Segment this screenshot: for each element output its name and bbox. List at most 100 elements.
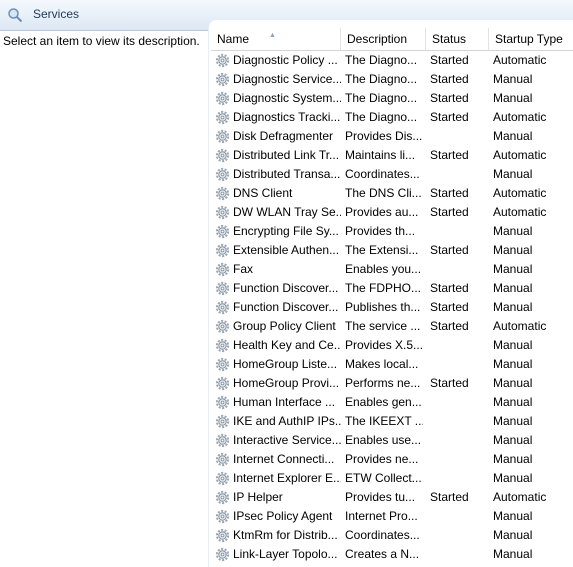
service-status: Started <box>430 110 469 124</box>
service-name: Diagnostic Policy ... <box>233 53 338 67</box>
service-name: Human Interface ... <box>233 395 336 409</box>
service-description: The Diagno... <box>345 72 418 86</box>
service-gear-icon <box>215 528 230 543</box>
service-row[interactable]: Fax Enables you... Manual <box>211 260 573 279</box>
service-status <box>430 526 488 545</box>
window-title: Services <box>33 7 80 21</box>
service-row[interactable]: Link-Layer Topolo... Creates a N... Manual <box>211 545 573 564</box>
service-row[interactable]: DW WLAN Tray Se... Provides au... Started A… <box>211 203 573 222</box>
service-description: Provides au... <box>345 205 419 219</box>
service-row[interactable]: IPsec Policy Agent Internet Pro... Manual <box>211 507 573 526</box>
service-row[interactable]: Distributed Transa... Coordinates... Manua… <box>211 165 573 184</box>
service-name: Internet Connecti... <box>233 452 335 466</box>
service-row[interactable]: Diagnostic Policy ... The Diagno... Starte… <box>211 51 573 70</box>
column-header-row: ▲ Name Description Status Startup Type <box>211 28 573 51</box>
service-row[interactable]: Internet Connecti... Provides ne... Manual <box>211 450 573 469</box>
service-gear-icon <box>215 110 230 125</box>
service-startup-type: Manual <box>493 338 533 352</box>
service-description: Publishes th... <box>345 300 421 314</box>
service-gear-icon <box>215 471 230 486</box>
service-startup-type: Manual <box>493 376 533 390</box>
service-gear-icon <box>215 338 230 353</box>
service-startup-type: Automatic <box>493 53 547 67</box>
service-name: IP Helper <box>233 490 283 504</box>
service-row[interactable]: Encrypting File Sy... Provides th... Manua… <box>211 222 573 241</box>
service-row[interactable]: Diagnostic Service... The Diagno... Starte… <box>211 70 573 89</box>
service-row[interactable]: Human Interface ... Enables gen... Manual <box>211 393 573 412</box>
service-name: Diagnostics Tracki... <box>233 110 341 124</box>
service-status: Started <box>430 243 469 257</box>
service-description: The IKEEXT ... <box>345 414 423 428</box>
service-gear-icon <box>215 91 230 106</box>
service-name-cell: IKE and AuthIP IPs... <box>215 412 341 431</box>
service-gear-icon <box>215 319 230 334</box>
service-name-cell: Distributed Link Tr... <box>215 146 341 165</box>
service-row[interactable]: HomeGroup Liste... Makes local... Manual <box>211 355 573 374</box>
service-row[interactable]: Internet Explorer E... ETW Collect... Manu… <box>211 469 573 488</box>
service-status <box>430 336 488 355</box>
service-description: ETW Collect... <box>345 471 422 485</box>
sort-ascending-icon: ▲ <box>269 32 276 39</box>
service-startup-type: Manual <box>493 357 533 371</box>
service-startup-type: Manual <box>493 262 533 276</box>
service-row[interactable]: Function Discover... The FDPHO... Started M… <box>211 279 573 298</box>
service-description: Performs ne... <box>345 376 421 390</box>
column-header-name[interactable]: ▲ Name <box>211 28 341 50</box>
service-row[interactable]: Diagnostics Tracki... The Diagno... Starte… <box>211 108 573 127</box>
service-gear-icon <box>215 433 230 448</box>
service-name: Diagnostic System... <box>233 91 341 105</box>
service-startup-type: Automatic <box>493 148 547 162</box>
service-row[interactable]: Extensible Authen... The Extensi... Starte… <box>211 241 573 260</box>
service-row[interactable]: Distributed Link Tr... Maintains li... Sta… <box>211 146 573 165</box>
column-header-startup-type[interactable]: Startup Type <box>489 28 573 50</box>
service-row[interactable]: Group Policy Client The service ... Starte… <box>211 317 573 336</box>
service-row[interactable]: Function Discover... Publishes th... Start… <box>211 298 573 317</box>
service-name: Encrypting File Sy... <box>233 224 339 238</box>
column-header-startup-label: Startup Type <box>495 32 563 46</box>
service-description: Provides Dis... <box>345 129 423 143</box>
service-startup-type: Manual <box>493 528 533 542</box>
service-description: The Diagno... <box>345 91 418 105</box>
service-gear-icon <box>215 357 230 372</box>
service-description: The DNS Cli... <box>345 186 422 200</box>
service-name: Interactive Service... <box>233 433 341 447</box>
service-description: The service ... <box>345 319 421 333</box>
service-status: Started <box>430 281 469 295</box>
service-name-cell: Diagnostic Policy ... <box>215 51 341 70</box>
service-row[interactable]: Diagnostic System... The Diagno... Started… <box>211 89 573 108</box>
service-name-cell: Diagnostic System... <box>215 89 341 108</box>
service-gear-icon <box>215 414 230 429</box>
column-header-description[interactable]: Description <box>341 28 426 50</box>
service-name-cell: Distributed Transa... <box>215 165 341 184</box>
service-row[interactable]: Interactive Service... Enables use... Manu… <box>211 431 573 450</box>
service-description: Internet Pro... <box>345 509 418 523</box>
column-header-name-label: Name <box>217 32 250 46</box>
service-gear-icon <box>215 53 230 68</box>
service-status <box>430 469 488 488</box>
column-header-status[interactable]: Status <box>426 28 489 50</box>
service-startup-type: Manual <box>493 91 533 105</box>
service-startup-type: Manual <box>493 224 533 238</box>
service-description: Coordinates... <box>345 167 420 181</box>
service-row[interactable]: Disk Defragmenter Provides Dis... Manual <box>211 127 573 146</box>
service-row[interactable]: DNS Client The DNS Cli... Started Automatic <box>211 184 573 203</box>
service-row[interactable]: HomeGroup Provi... Performs ne... Started M… <box>211 374 573 393</box>
service-row[interactable]: KtmRm for Distrib... Coordinates... Manual <box>211 526 573 545</box>
service-description: Provides ne... <box>345 452 419 466</box>
service-status: Started <box>430 319 469 333</box>
service-status <box>430 355 488 374</box>
service-row[interactable]: Health Key and Ce... Provides X.5... Manua… <box>211 336 573 355</box>
service-description: Creates a N... <box>345 547 420 561</box>
service-name-cell: Human Interface ... <box>215 393 341 412</box>
service-gear-icon <box>215 148 230 163</box>
service-name: Extensible Authen... <box>233 243 340 257</box>
service-row[interactable]: IP Helper Provides tu... Started Automatic <box>211 488 573 507</box>
service-description: Provides tu... <box>345 490 416 504</box>
service-name: Group Policy Client <box>233 319 336 333</box>
service-startup-type: Automatic <box>493 490 547 504</box>
service-description: Makes local... <box>345 357 419 371</box>
service-name-cell: Function Discover... <box>215 279 341 298</box>
service-row[interactable]: IKE and AuthIP IPs... The IKEEXT ... Manua… <box>211 412 573 431</box>
service-status: Started <box>430 53 469 67</box>
service-startup-type: Manual <box>493 300 533 314</box>
